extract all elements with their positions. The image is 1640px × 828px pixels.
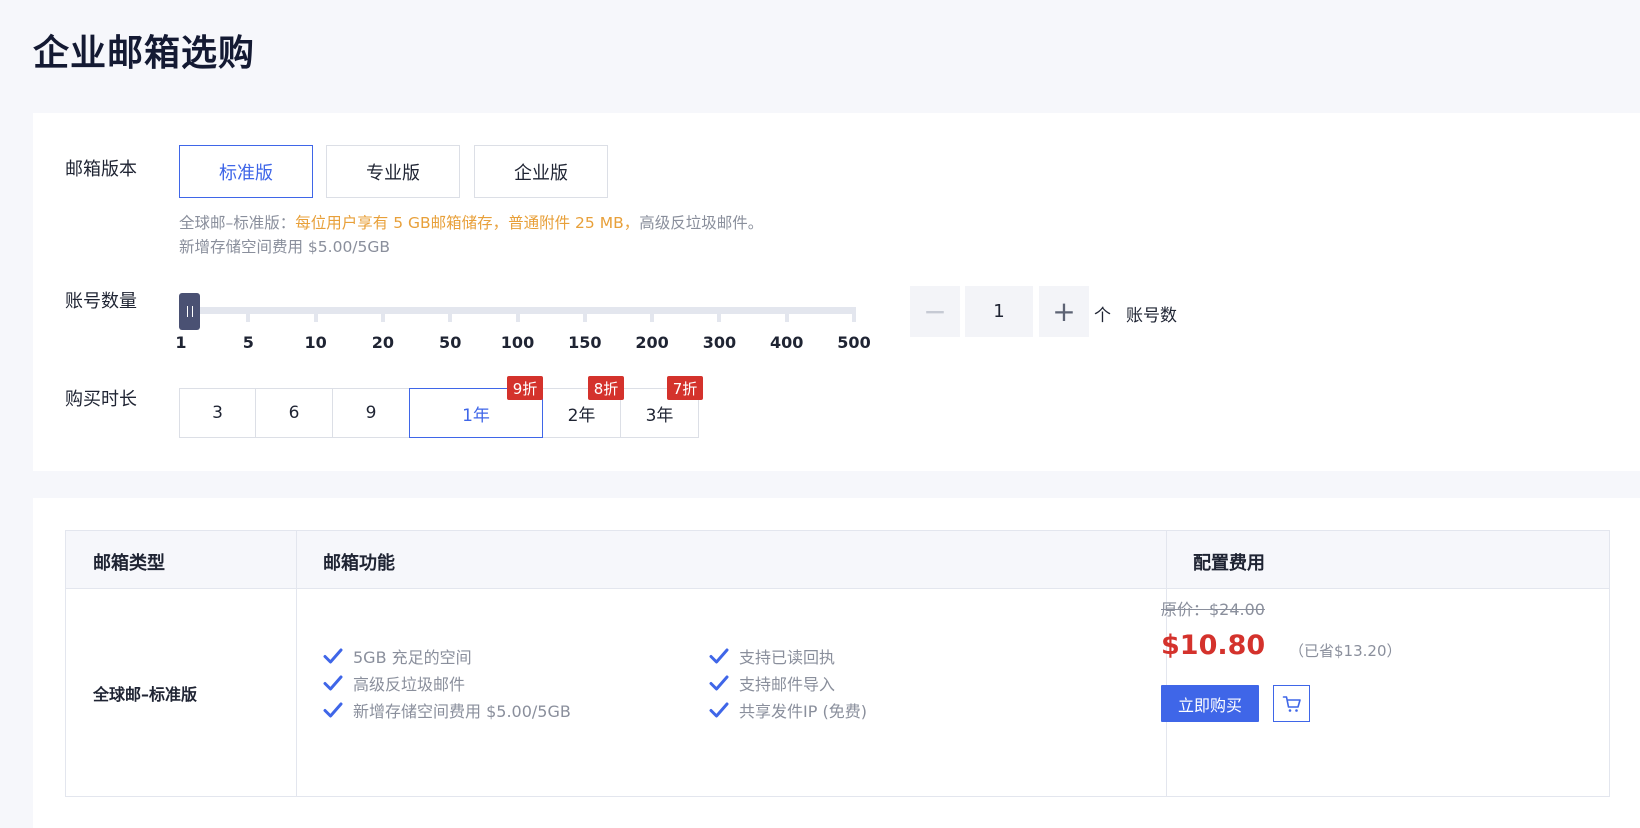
slider-mark-label[interactable]: 200	[635, 333, 668, 352]
feature-item: 共享发件IP (免费)	[709, 697, 867, 723]
account-count-input[interactable]	[965, 286, 1033, 337]
check-icon	[323, 702, 343, 718]
unit-text: 个	[1094, 306, 1111, 326]
saved-amount: （已省$13.20）	[1289, 642, 1402, 660]
feature-item: 5GB 充足的空间	[323, 643, 472, 669]
decrement-button[interactable]: −	[910, 286, 960, 337]
feature-item: 支持邮件导入	[709, 670, 835, 696]
grip-icon	[186, 306, 193, 317]
edition-label: 邮箱版本	[65, 159, 137, 180]
header-features: 邮箱功能	[323, 553, 395, 574]
slider-tick	[717, 310, 722, 322]
slider-mark-label[interactable]: 100	[501, 333, 534, 352]
unit-label: 账号数	[1126, 306, 1177, 326]
slider-mark-label[interactable]: 5	[243, 333, 254, 352]
table-header: 邮箱类型 邮箱功能 配置费用	[66, 531, 1609, 589]
account-slider-handle[interactable]	[179, 293, 200, 330]
divider	[296, 531, 297, 796]
check-icon	[323, 648, 343, 664]
slider-mark-label[interactable]: 400	[770, 333, 803, 352]
slider-mark-label[interactable]: 20	[372, 333, 394, 352]
desc-prefix: 全球邮–标准版：	[179, 214, 296, 232]
slider-tick	[448, 310, 453, 322]
feature-item: 支持已读回执	[709, 643, 835, 669]
original-price: 原价：$24.00	[1161, 600, 1265, 619]
edition-description: 全球邮–标准版：每位用户享有 5 GB邮箱储存，普通附件 25 MB，高级反垃圾…	[179, 211, 763, 259]
duration-3-option[interactable]: 3	[179, 388, 256, 438]
increment-button[interactable]: +	[1039, 286, 1089, 337]
feature-item: 新增存储空间费用 $5.00/5GB	[323, 697, 571, 723]
check-icon	[709, 675, 729, 691]
slider-tick	[515, 310, 520, 322]
slider-tick	[650, 310, 655, 322]
duration-9-option[interactable]: 9	[332, 388, 410, 438]
desc-storage-fee: 新增存储空间费用 $5.00/5GB	[179, 238, 391, 256]
slider-tick	[246, 310, 251, 322]
slider-tick	[380, 310, 385, 322]
header-cost: 配置费用	[1193, 553, 1265, 574]
discount-badge: 7折	[667, 376, 703, 400]
desc-suffix: 高级反垃圾邮件。	[639, 214, 764, 232]
slider-mark-label[interactable]: 10	[304, 333, 326, 352]
slider-tick	[313, 310, 318, 322]
check-icon	[709, 648, 729, 664]
config-panel: 邮箱版本 标准版 专业版 企业版 全球邮–标准版：每位用户享有 5 GB邮箱储存…	[33, 113, 1640, 471]
edition-pro-button[interactable]: 专业版	[326, 145, 460, 198]
account-label: 账号数量	[65, 291, 137, 312]
divider	[1166, 531, 1167, 796]
summary-panel: 邮箱类型 邮箱功能 配置费用 全球邮–标准版 5GB 充足的空间 高级反垃圾邮件…	[33, 498, 1640, 828]
edition-standard-button[interactable]: 标准版	[179, 145, 313, 198]
edition-enterprise-button[interactable]: 企业版	[474, 145, 608, 198]
check-icon	[709, 702, 729, 718]
slider-mark-label[interactable]: 300	[703, 333, 736, 352]
slider-tick	[582, 310, 587, 322]
duration-label: 购买时长	[65, 389, 137, 410]
slider-tick	[852, 310, 856, 322]
cart-icon	[1282, 695, 1301, 712]
feature-item: 高级反垃圾邮件	[323, 670, 465, 696]
discount-badge: 9折	[507, 376, 543, 400]
discount-badge: 8折	[588, 376, 624, 400]
add-to-cart-button[interactable]	[1273, 685, 1310, 722]
desc-highlight: 每位用户享有 5 GB邮箱储存，普通附件 25 MB，	[295, 214, 640, 232]
slider-mark-label[interactable]: 1	[175, 333, 186, 352]
slider-mark-label[interactable]: 150	[568, 333, 601, 352]
duration-6-option[interactable]: 6	[255, 388, 333, 438]
current-price: $10.80	[1161, 630, 1266, 661]
summary-table: 邮箱类型 邮箱功能 配置费用 全球邮–标准版 5GB 充足的空间 高级反垃圾邮件…	[65, 530, 1610, 797]
mailbox-type-name: 全球邮–标准版	[93, 685, 198, 704]
slider-mark-label[interactable]: 50	[439, 333, 461, 352]
check-icon	[323, 675, 343, 691]
page-title: 企业邮箱选购	[33, 33, 256, 74]
header-type: 邮箱类型	[93, 553, 165, 574]
buy-now-button[interactable]: 立即购买	[1161, 685, 1259, 722]
slider-tick	[784, 310, 789, 322]
slider-mark-label[interactable]: 500	[837, 333, 870, 352]
